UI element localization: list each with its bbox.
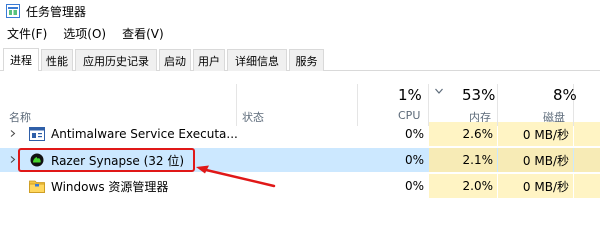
column-cpu-header[interactable]: CPU bbox=[398, 109, 420, 122]
process-name: Antimalware Service Executa... bbox=[51, 127, 238, 141]
cpu-value: 0% bbox=[404, 153, 424, 167]
window-title: 任务管理器 bbox=[26, 4, 87, 19]
disk-value: 0 MB/秒 bbox=[498, 148, 573, 172]
column-divider bbox=[497, 84, 498, 126]
tab-startup[interactable]: 启动 bbox=[159, 49, 191, 71]
disk-total: 8% bbox=[553, 86, 577, 104]
tab-bar: 进程 性能 应用历史记录 启动 用户 详细信息 服务 bbox=[0, 48, 600, 71]
process-row[interactable]: Antimalware Service Executa... 0% 2.6% 0… bbox=[0, 122, 600, 146]
network-value-clipped bbox=[574, 122, 600, 146]
tab-processes[interactable]: 进程 bbox=[3, 48, 39, 71]
menu-view[interactable]: 查看(V) bbox=[115, 25, 173, 42]
service-icon bbox=[29, 127, 45, 141]
network-value-clipped bbox=[574, 148, 600, 172]
memory-value: 2.1% bbox=[429, 148, 497, 172]
menu-bar: 文件(F) 选项(O) 查看(V) bbox=[0, 24, 173, 42]
pointer-arrow-icon bbox=[196, 165, 276, 188]
tab-app-history[interactable]: 应用历史记录 bbox=[75, 49, 157, 71]
task-manager-icon bbox=[6, 4, 20, 18]
column-divider bbox=[428, 84, 429, 126]
column-divider bbox=[357, 84, 358, 126]
process-row[interactable]: Windows 资源管理器 0% 2.0% 0 MB/秒 bbox=[0, 174, 600, 198]
cpu-value: 0% bbox=[404, 127, 424, 141]
tab-services[interactable]: 服务 bbox=[289, 49, 324, 71]
menu-file[interactable]: 文件(F) bbox=[0, 25, 56, 42]
sort-down-icon bbox=[435, 88, 443, 94]
disk-value: 0 MB/秒 bbox=[498, 122, 573, 146]
tab-details[interactable]: 详细信息 bbox=[227, 49, 287, 71]
column-divider bbox=[236, 84, 237, 126]
chevron-right-icon[interactable] bbox=[9, 130, 16, 137]
tab-performance[interactable]: 性能 bbox=[41, 49, 73, 71]
tab-users[interactable]: 用户 bbox=[193, 49, 225, 71]
memory-value: 2.0% bbox=[429, 174, 497, 198]
menu-options[interactable]: 选项(O) bbox=[56, 25, 115, 42]
cpu-value: 0% bbox=[404, 179, 424, 193]
title-bar: 任务管理器 bbox=[0, 0, 600, 22]
memory-total: 53% bbox=[462, 86, 496, 104]
memory-value: 2.6% bbox=[429, 122, 497, 146]
process-name: Windows 资源管理器 bbox=[51, 179, 169, 194]
highlight-box bbox=[18, 148, 195, 172]
cpu-total: 1% bbox=[398, 86, 422, 104]
folder-icon bbox=[29, 180, 45, 193]
disk-value: 0 MB/秒 bbox=[498, 174, 573, 198]
chevron-right-icon[interactable] bbox=[9, 156, 16, 163]
column-header bbox=[0, 72, 600, 126]
network-value-clipped bbox=[574, 174, 600, 198]
